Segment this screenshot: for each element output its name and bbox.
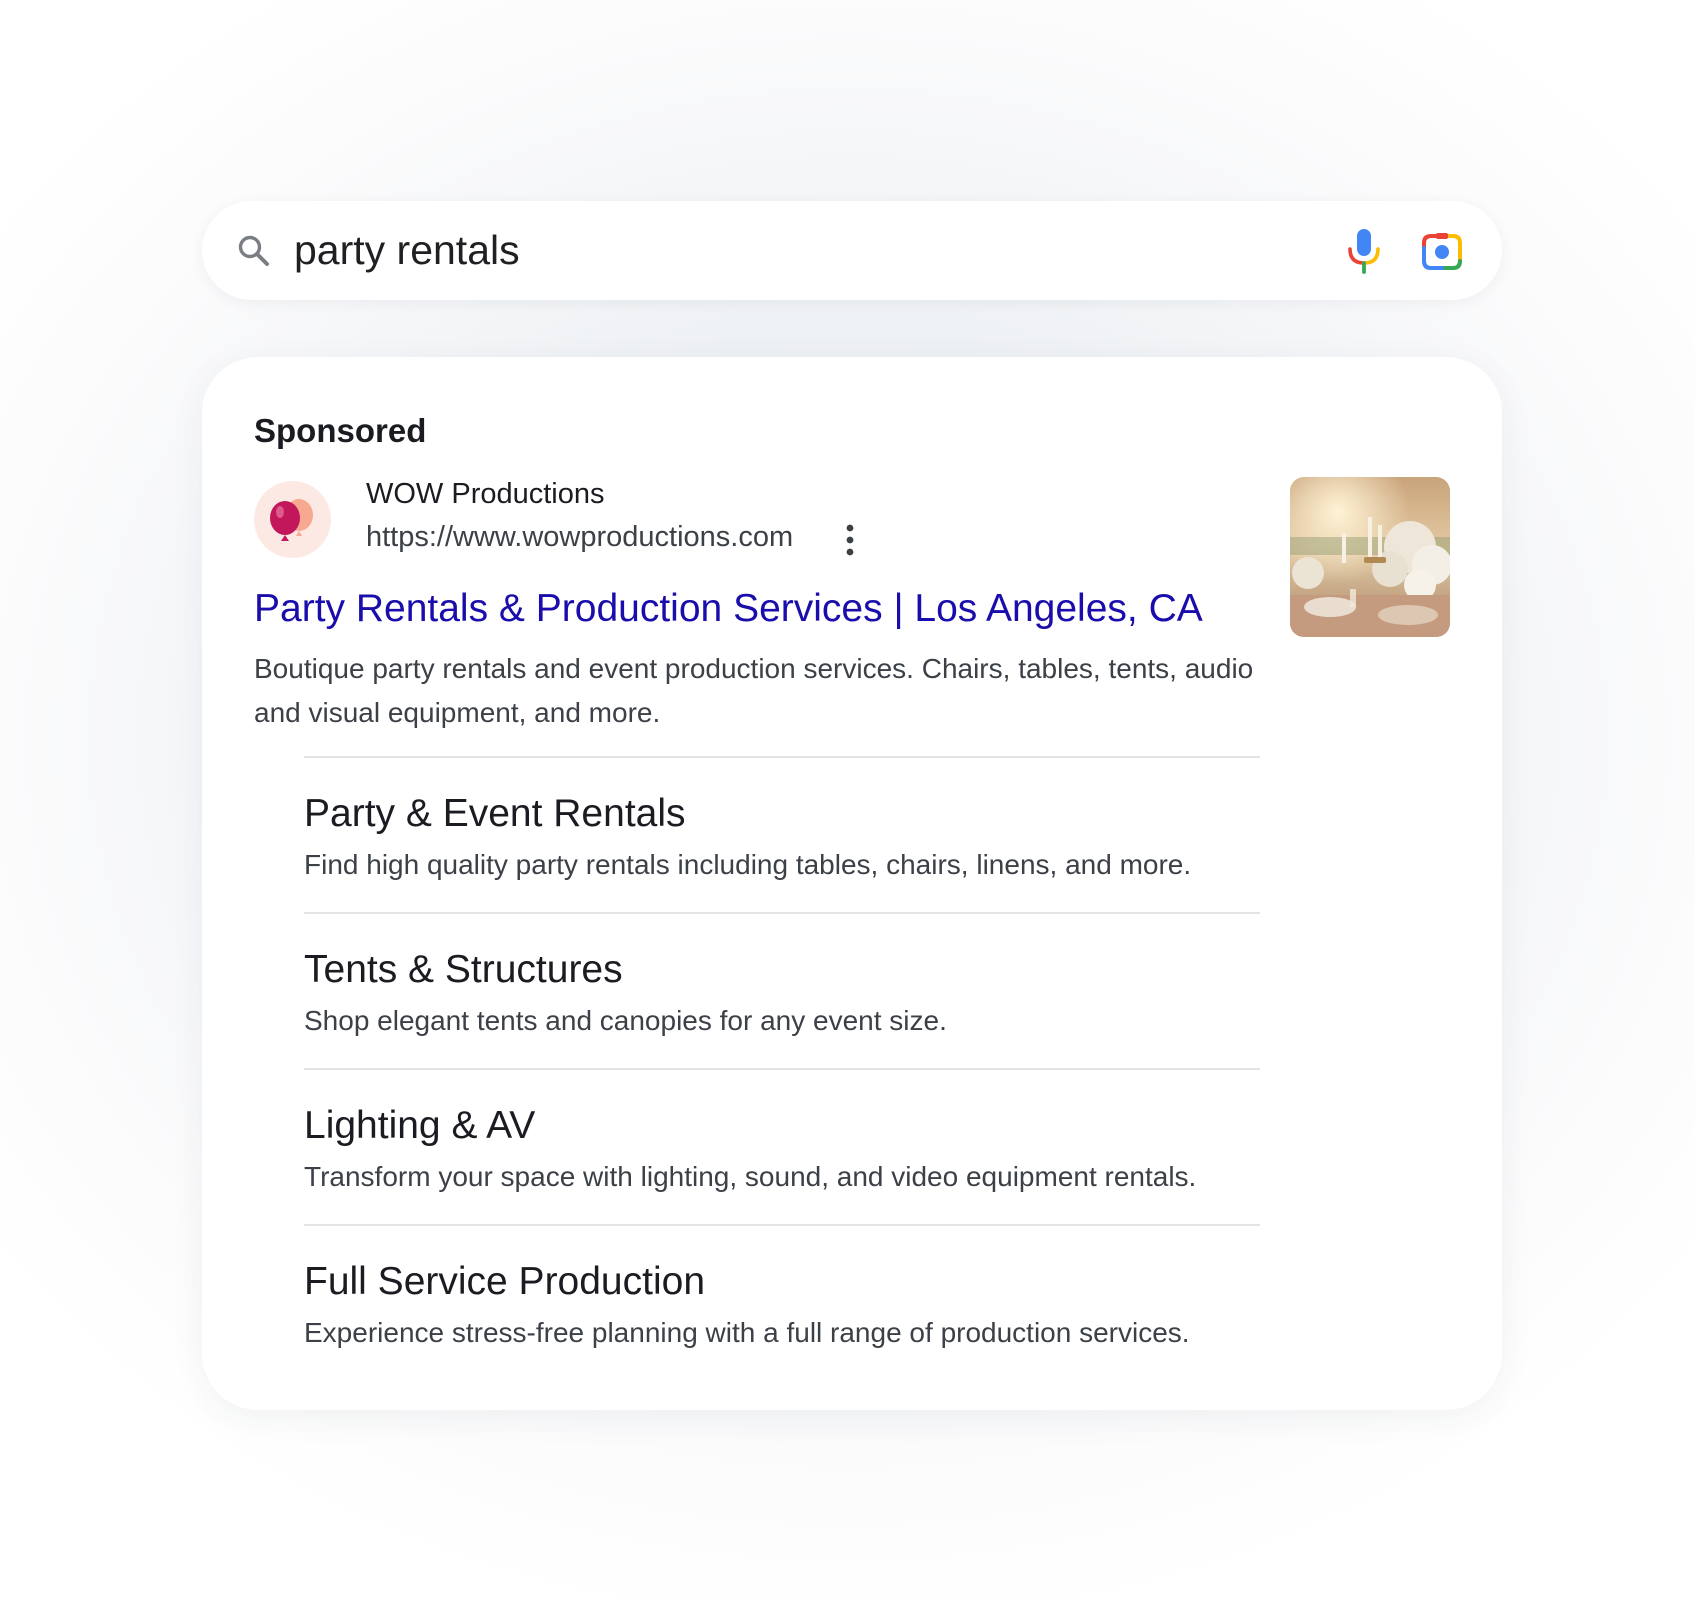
sitelink-title[interactable]: Lighting & AV	[304, 1104, 535, 1148]
sitelinks-list: Party & Event Rentals Find high quality …	[304, 756, 1260, 1380]
sitelink-description: Transform your space with lighting, soun…	[304, 1161, 1197, 1192]
table-setting-photo	[1290, 477, 1450, 637]
advertiser-name[interactable]: WOW Productions	[366, 478, 605, 511]
search-bar[interactable]	[202, 201, 1502, 300]
sitelink-description: Find high quality party rentals includin…	[304, 849, 1192, 880]
sitelink-tents-structures[interactable]: Tents & Structures Shop elegant tents an…	[304, 912, 1260, 1068]
sitelink-title[interactable]: Full Service Production	[304, 1260, 705, 1304]
sitelink-description: Shop elegant tents and canopies for any …	[304, 1005, 947, 1036]
ad-description: Boutique party rentals and event product…	[254, 653, 1254, 728]
more-vert-icon[interactable]	[842, 524, 858, 556]
sitelink-full-service-production[interactable]: Full Service Production Experience stres…	[304, 1224, 1260, 1380]
ad-headline-link[interactable]: Party Rentals & Production Services | Lo…	[254, 587, 1203, 631]
sitelink-lighting-av[interactable]: Lighting & AV Transform your space with …	[304, 1068, 1260, 1224]
sponsored-ad-card: Sponsored WOW Productions https://www.wo…	[202, 357, 1502, 1410]
search-icon	[238, 235, 269, 266]
sitelink-description: Experience stress-free planning with a f…	[304, 1317, 1190, 1348]
advertiser-url[interactable]: https://www.wowproductions.com	[366, 521, 793, 554]
sponsored-label: Sponsored	[254, 412, 427, 449]
ad-thumbnail[interactable]	[1290, 477, 1450, 637]
camera-lens-icon[interactable]	[1420, 230, 1464, 274]
advertiser-logo[interactable]	[254, 481, 331, 558]
sitelink-title[interactable]: Tents & Structures	[304, 948, 623, 992]
microphone-icon[interactable]	[1342, 227, 1386, 275]
search-input[interactable]	[294, 223, 1194, 278]
sitelink-title[interactable]: Party & Event Rentals	[304, 792, 686, 836]
balloon-icon	[270, 499, 313, 541]
sitelink-party-event-rentals[interactable]: Party & Event Rentals Find high quality …	[304, 756, 1260, 912]
